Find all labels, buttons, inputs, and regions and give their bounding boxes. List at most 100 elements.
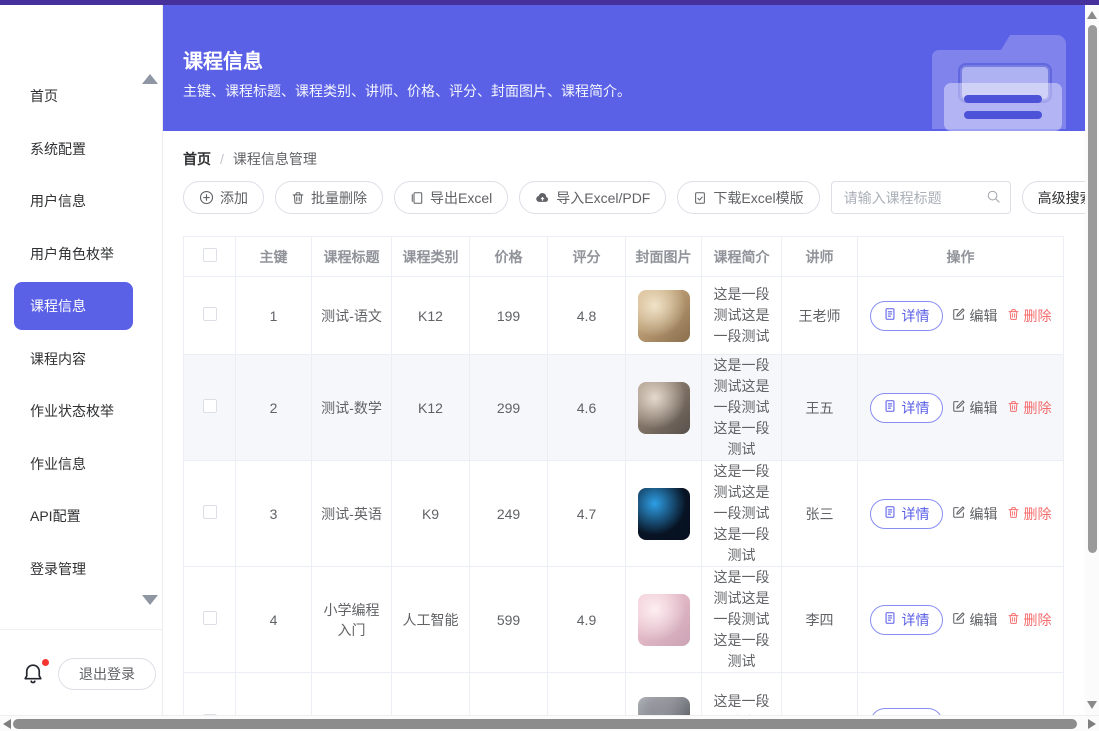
sidebar-item-user-info[interactable]: 用户信息 — [0, 175, 163, 228]
document-lines-icon — [883, 505, 897, 522]
trash-icon — [1007, 308, 1020, 324]
sidebar-item-user-role-enum[interactable]: 用户角色枚举 — [0, 228, 163, 281]
edit-button[interactable]: 编辑 — [952, 610, 998, 630]
edit-label: 编辑 — [970, 610, 998, 630]
scroll-left-arrow-icon[interactable] — [3, 719, 11, 729]
sidebar-item-label: 作业状态枚举 — [30, 401, 114, 421]
edit-button[interactable]: 编辑 — [952, 398, 998, 418]
table-row: 2 测试-数学 K12 299 4.6 这是一段测试这是一段测试这是一段测试 王… — [184, 355, 1064, 461]
document-lines-icon — [883, 611, 897, 628]
cell-category: 人工智能 — [392, 567, 470, 673]
sidebar-item-homework-status-enum[interactable]: 作业状态枚举 — [0, 385, 163, 438]
col-header-rating: 评分 — [548, 237, 626, 277]
trash-icon — [291, 191, 305, 205]
advanced-search-label: 高级搜索 — [1038, 188, 1085, 208]
search-input[interactable] — [831, 181, 1011, 214]
sidebar-divider — [0, 629, 162, 630]
import-excel-button[interactable]: 导入Excel/PDF — [519, 181, 666, 214]
breadcrumb-current: 课程信息管理 — [233, 149, 317, 169]
cell-id: 3 — [236, 461, 312, 567]
vertical-scrollbar-thumb[interactable] — [1088, 25, 1097, 553]
row-checkbox[interactable] — [203, 399, 217, 413]
col-header-cover: 封面图片 — [626, 237, 702, 277]
delete-button[interactable]: 删除 — [1007, 398, 1052, 418]
detail-label: 详情 — [902, 610, 930, 630]
cover-image[interactable] — [638, 488, 690, 540]
menu-scroll-down-icon[interactable] — [142, 595, 158, 605]
detail-button[interactable]: 详情 — [870, 301, 943, 331]
breadcrumb: 首页 / 课程信息管理 — [183, 149, 317, 169]
advanced-search-button[interactable]: 高级搜索 — [1022, 181, 1085, 214]
table-row: 1 测试-语文 K12 199 4.8 这是一段测试这是一段测试 王老师 详情 … — [184, 277, 1064, 355]
cover-image[interactable] — [638, 382, 690, 434]
trash-icon — [1007, 400, 1020, 416]
select-all-checkbox[interactable] — [203, 248, 217, 262]
batch-delete-button[interactable]: 批量删除 — [275, 181, 383, 214]
horizontal-scrollbar-thumb[interactable] — [13, 719, 1077, 729]
detail-label: 详情 — [902, 306, 930, 326]
document-lines-icon — [883, 307, 897, 324]
sidebar-item-label: 课程内容 — [30, 349, 86, 369]
row-actions: 详情 编辑 删除 — [863, 708, 1058, 716]
add-button[interactable]: 添加 — [183, 181, 264, 214]
toolbar: 添加 批量删除 导出Excel 导入Excel/PDF 下载Ex — [183, 181, 1085, 214]
detail-button[interactable]: 详情 — [870, 499, 943, 529]
cell-intro: 这是一段测试这是一段测试这是一段测试 — [702, 355, 782, 461]
detail-button[interactable]: 详情 — [870, 708, 943, 716]
sidebar-item-label: 作业信息 — [30, 454, 86, 474]
export-excel-button[interactable]: 导出Excel — [394, 181, 508, 214]
pencil-square-icon — [952, 307, 966, 324]
sidebar-item-login-management[interactable]: 登录管理 — [0, 543, 163, 596]
edit-button[interactable]: 编辑 — [952, 306, 998, 326]
document-lines-icon — [883, 399, 897, 416]
search-icon[interactable] — [986, 189, 1001, 209]
delete-button[interactable]: 删除 — [1007, 504, 1052, 524]
sidebar-item-label: 用户角色枚举 — [30, 244, 114, 264]
sidebar-item-course-content[interactable]: 课程内容 — [0, 333, 163, 386]
delete-button[interactable]: 删除 — [1007, 610, 1052, 630]
edit-label: 编辑 — [970, 398, 998, 418]
cell-category: K9 — [392, 673, 470, 716]
edit-button[interactable]: 编辑 — [952, 504, 998, 524]
breadcrumb-home-link[interactable]: 首页 — [183, 149, 211, 169]
scroll-up-arrow-icon[interactable] — [1087, 11, 1097, 19]
cell-price: 199 — [470, 277, 548, 355]
cell-rating: 4.9 — [548, 567, 626, 673]
cell-category: K12 — [392, 355, 470, 461]
detail-button[interactable]: 详情 — [870, 605, 943, 635]
sidebar-item-course-info[interactable]: 课程信息 — [0, 280, 163, 333]
vertical-scrollbar — [1085, 5, 1099, 715]
row-checkbox[interactable] — [203, 505, 217, 519]
delete-button[interactable]: 删除 — [1007, 306, 1052, 326]
scroll-right-arrow-icon[interactable] — [1088, 719, 1096, 729]
cell-intro: 这是一段测试这是一段测试这是一段测试 — [702, 567, 782, 673]
row-checkbox[interactable] — [203, 307, 217, 321]
scroll-down-arrow-icon[interactable] — [1087, 701, 1097, 709]
cell-teacher: 张三 — [782, 461, 858, 567]
sidebar-item-homework-info[interactable]: 作业信息 — [0, 438, 163, 491]
sidebar-item-api-config[interactable]: API配置 — [0, 490, 163, 543]
sidebar-item-system-config[interactable]: 系统配置 — [0, 123, 163, 176]
cell-teacher: 王五 — [782, 355, 858, 461]
row-actions: 详情 编辑 删除 — [863, 301, 1058, 331]
cell-title: 小学编程入门 — [312, 567, 392, 673]
delete-label: 删除 — [1024, 504, 1052, 524]
row-checkbox[interactable] — [203, 611, 217, 625]
notebook-icon — [410, 191, 424, 205]
col-header-teacher: 讲师 — [782, 237, 858, 277]
notification-bell-icon[interactable] — [20, 660, 48, 690]
cover-image[interactable] — [638, 594, 690, 646]
sidebar-active-pill: 课程信息 — [14, 282, 133, 330]
sidebar-item-home[interactable]: 首页 — [0, 70, 163, 123]
row-actions: 详情 编辑 删除 — [863, 393, 1058, 423]
cloud-upload-icon — [535, 190, 550, 205]
pencil-square-icon — [952, 611, 966, 628]
cover-image[interactable] — [638, 290, 690, 342]
download-template-button[interactable]: 下载Excel模版 — [677, 181, 819, 214]
cover-image[interactable] — [638, 697, 690, 716]
logout-button[interactable]: 退出登录 — [58, 658, 156, 690]
edit-label: 编辑 — [970, 504, 998, 524]
detail-button[interactable]: 详情 — [870, 393, 943, 423]
cell-intro: 这是一段测试这是一段测试这是一段测试 — [702, 461, 782, 567]
cell-category: K12 — [392, 277, 470, 355]
